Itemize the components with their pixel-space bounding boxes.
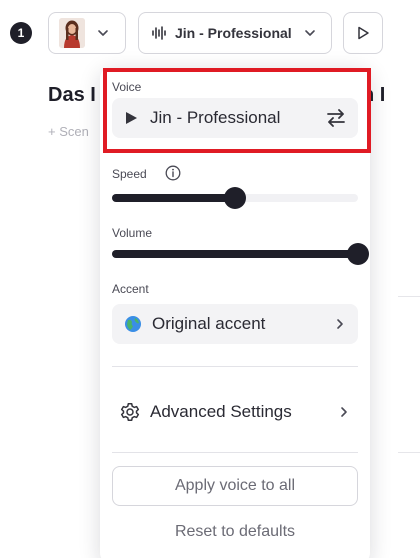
volume-label: Volume [112,226,153,240]
gear-icon [120,403,140,421]
voice-name: Jin - Professional [150,108,281,127]
waveform-icon [152,26,166,40]
avatar [59,18,85,48]
avatar-select[interactable] [48,12,126,54]
reset-to-defaults-button[interactable]: Reset to defaults [112,520,358,544]
swap-icon[interactable] [326,109,346,127]
step-number-badge: 1 [10,22,32,44]
speed-label: Speed [112,167,147,181]
accent-label: Accent [112,282,149,296]
panel-divider [112,452,358,453]
background-divider [398,452,420,453]
accent-value: Original accent [152,314,266,333]
app-stage: 1 Jin - Professional Das I n I + Scen Vo… [0,0,420,558]
volume-slider-thumb[interactable] [347,243,369,265]
chevron-right-icon [337,319,343,329]
voice-select[interactable]: Jin - Professional [138,12,332,54]
chevron-down-icon [304,30,315,36]
apply-voice-to-all-button[interactable]: Apply voice to all [112,466,358,506]
play-icon[interactable] [124,111,138,125]
volume-slider[interactable] [112,243,369,265]
voice-settings-panel: Voice Jin - Professional Speed Volume Ac… [100,68,370,558]
accent-selector[interactable]: Original accent [112,304,358,344]
panel-divider [112,366,358,367]
voice-section-label: Voice [112,80,142,94]
volume-slider-fill [112,250,358,258]
speed-slider-fill [112,194,235,202]
chevron-right-icon [341,407,347,417]
voice-select-label: Jin - Professional [175,25,292,41]
background-divider [398,296,420,297]
globe-icon [125,316,141,332]
scene-title[interactable]: Das I [48,84,96,107]
avatar-image [59,18,85,48]
info-icon[interactable] [165,165,181,181]
advanced-settings-label: Advanced Settings [150,402,292,421]
speed-slider-thumb[interactable] [224,187,246,209]
play-button[interactable] [343,12,383,54]
speed-slider[interactable] [112,187,358,209]
chevron-down-icon [98,30,108,36]
voice-selector-field[interactable]: Jin - Professional [112,98,358,138]
play-icon [358,26,369,40]
add-scene-button[interactable]: + Scen [48,124,89,139]
advanced-settings-button[interactable]: Advanced Settings [112,394,358,430]
